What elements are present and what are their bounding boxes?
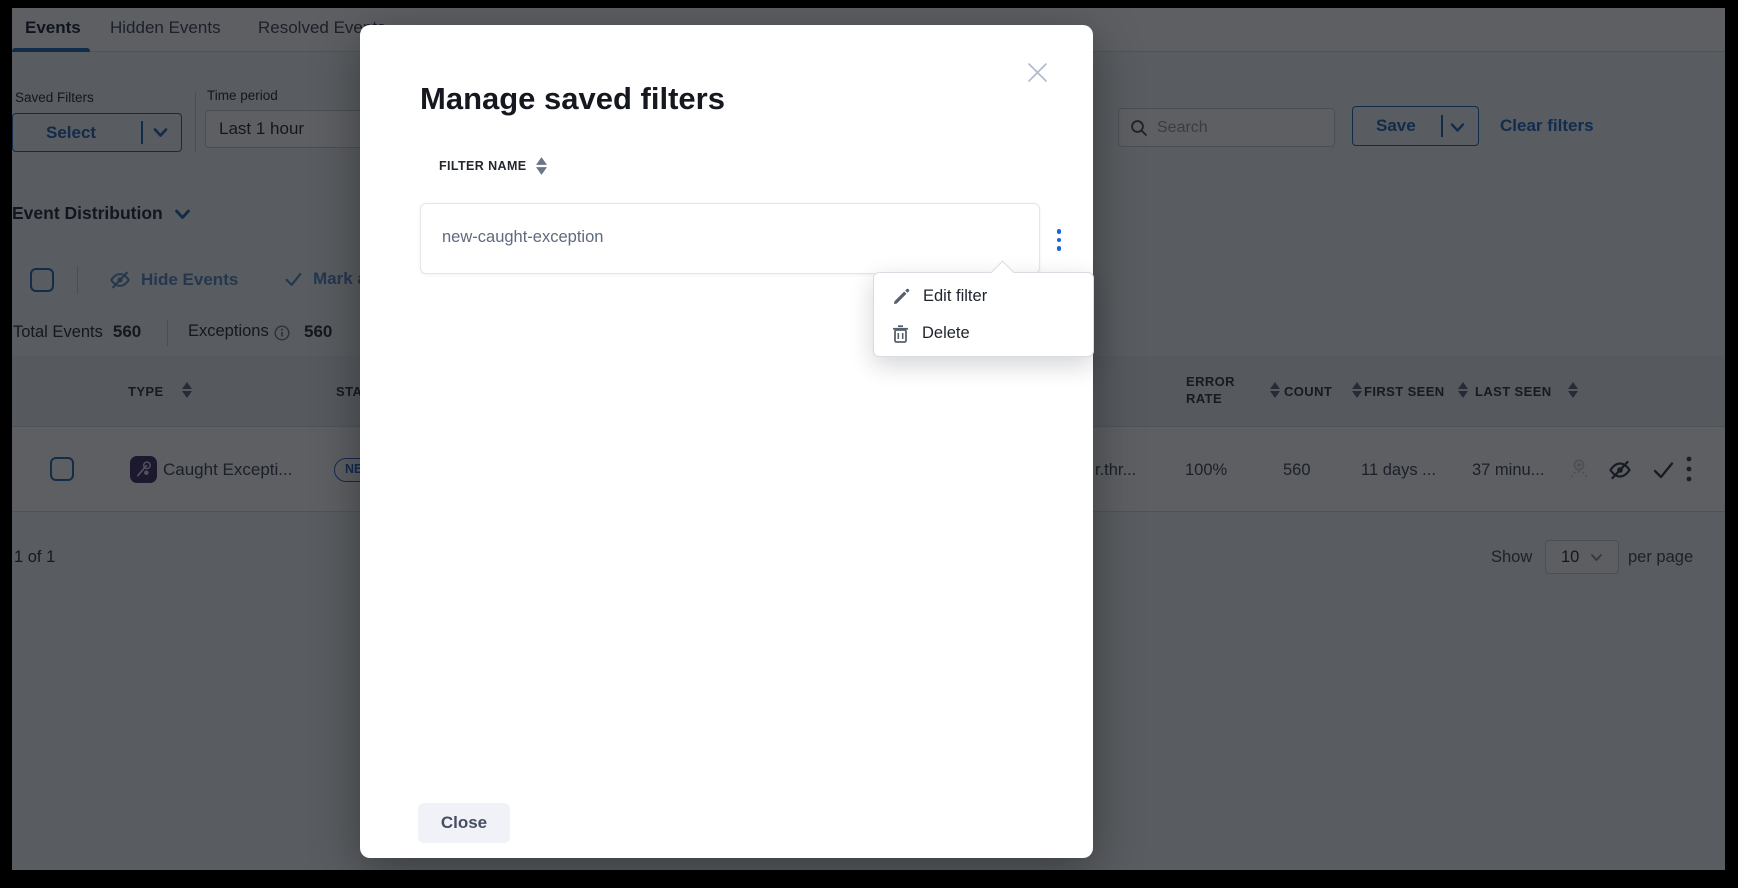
close-icon[interactable] — [1020, 55, 1054, 89]
edit-filter-label: Edit filter — [923, 287, 987, 306]
app-window: Events Hidden Events Resolved Events Sav… — [0, 0, 1738, 888]
modal-close-button[interactable]: Close — [418, 803, 510, 843]
modal-title: Manage saved filters — [420, 81, 725, 117]
filter-kebab-menu-icon[interactable] — [1047, 224, 1071, 256]
filter-name-column-header[interactable]: FILTER NAME — [439, 157, 547, 175]
delete-filter-label: Delete — [922, 324, 970, 343]
trash-icon — [892, 325, 909, 343]
saved-filter-name: new-caught-exception — [442, 228, 603, 247]
sort-filter-name-icon[interactable] — [536, 157, 547, 175]
saved-filter-row: new-caught-exception — [420, 203, 1040, 274]
filter-actions-menu: Edit filter Delete — [873, 272, 1094, 357]
manage-saved-filters-modal: Manage saved filters FILTER NAME new-cau… — [360, 25, 1093, 858]
delete-filter-menu-item[interactable]: Delete — [874, 315, 1093, 352]
edit-filter-menu-item[interactable]: Edit filter — [874, 278, 1093, 315]
pencil-icon — [892, 288, 910, 306]
